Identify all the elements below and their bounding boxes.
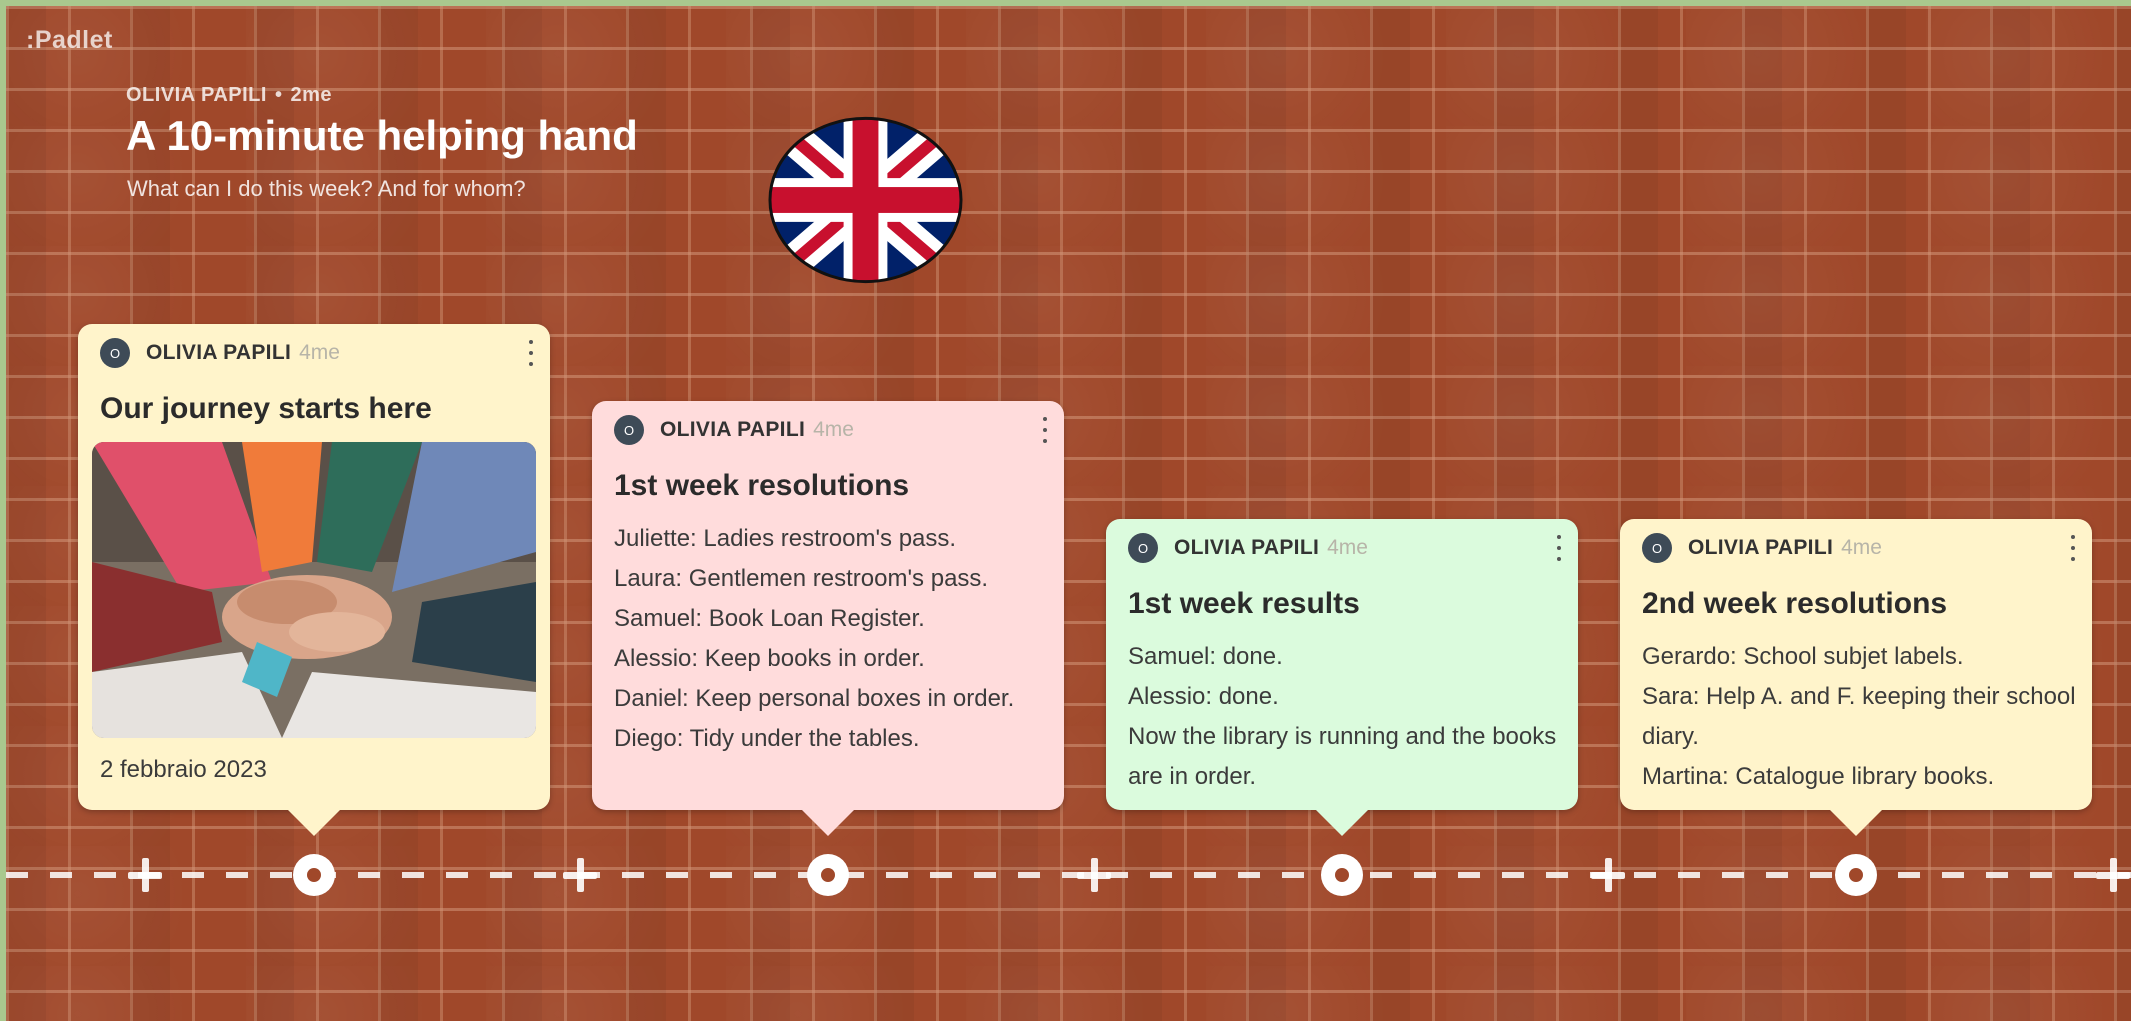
avatar[interactable]: O [100, 338, 130, 368]
card-pointer [288, 810, 340, 836]
post-card[interactable]: O OLIVIA PAPILI 4me 1st week results Sam… [1106, 519, 1578, 836]
post-header: O OLIVIA PAPILI 4me [1106, 533, 1578, 563]
post-line: Laura: Gentlemen restroom's pass. [614, 565, 989, 592]
post-line: Alessio: done. [1128, 683, 1279, 710]
avatar[interactable]: O [1128, 533, 1158, 563]
board-time: 2me [290, 84, 332, 106]
post-line: Samuel: Book Loan Register. [614, 605, 925, 632]
meta-separator: • [274, 84, 283, 106]
post-body: Samuel: done. Alessio: done. Now the lib… [1128, 637, 1562, 797]
post-line: Alessio: Keep books in order. [614, 645, 925, 672]
post-card[interactable]: O OLIVIA PAPILI 4me 2nd week resolutions… [1620, 519, 2092, 836]
timeline-node[interactable] [1321, 854, 1363, 896]
post-card[interactable]: O OLIVIA PAPILI 4me 1st week resolutions… [592, 401, 1064, 836]
post-body: Juliette: Ladies restroom's pass. Laura:… [614, 519, 1048, 759]
post-time: 4me [1327, 536, 1368, 559]
add-post-plus-icon[interactable] [1077, 858, 1111, 892]
post-header: O OLIVIA PAPILI 4me [592, 415, 1064, 445]
post-line: Diego: Tidy under the tables. [614, 725, 920, 752]
card-pointer [1316, 810, 1368, 836]
post-line: Juliette: Ladies restroom's pass. [614, 525, 957, 552]
post-time: 4me [813, 418, 854, 441]
avatar[interactable]: O [614, 415, 644, 445]
board-author: OLIVIA PAPILI [126, 84, 267, 106]
photo-illustration [92, 442, 536, 738]
card-pointer [802, 810, 854, 836]
avatar[interactable]: O [1642, 533, 1672, 563]
post-line: Daniel: Keep personal boxes in order. [614, 685, 1015, 712]
add-post-plus-icon[interactable] [563, 858, 597, 892]
more-options-icon[interactable] [526, 338, 536, 368]
post-line: Martina: Catalogue library books. [1642, 763, 1995, 790]
union-jack-flag-icon [768, 116, 963, 284]
post-card[interactable]: O OLIVIA PAPILI 4me Our journey starts h… [78, 324, 550, 836]
post-title: 1st week resolutions [614, 469, 910, 502]
more-options-icon[interactable] [1554, 533, 1564, 563]
post-line: Gerardo: School subjet labels. [1642, 643, 1964, 670]
padlet-logo[interactable]: :Padlet [26, 26, 113, 55]
timeline-node[interactable] [807, 854, 849, 896]
post-author: OLIVIA PAPILI [1174, 536, 1320, 559]
board-subtitle: What can I do this week? And for whom? [127, 176, 526, 201]
post-author: OLIVIA PAPILI [146, 341, 292, 364]
post-header: O OLIVIA PAPILI 4me [1620, 533, 2092, 563]
post-header: O OLIVIA PAPILI 4me [78, 338, 550, 368]
timeline-node[interactable] [293, 854, 335, 896]
post-body: Gerardo: School subjet labels. Sara: Hel… [1642, 637, 2076, 797]
more-options-icon[interactable] [1040, 415, 1050, 445]
board-meta: OLIVIA PAPILI • 2me [126, 84, 332, 107]
post-time: 4me [1841, 536, 1882, 559]
hands-stacked-photo[interactable] [92, 442, 536, 738]
post-title: 2nd week resolutions [1642, 587, 1948, 620]
board-title: A 10-minute helping hand [126, 112, 638, 159]
add-post-plus-icon[interactable] [2096, 858, 2130, 892]
timeline-node[interactable] [1835, 854, 1877, 896]
more-options-icon[interactable] [2068, 533, 2078, 563]
post-date: 2 febbraio 2023 [100, 756, 267, 783]
add-post-plus-icon[interactable] [1591, 858, 1625, 892]
padlet-board: :Padlet OLIVIA PAPILI • 2me A 10-minute he… [6, 6, 2131, 1021]
add-post-plus-icon[interactable] [128, 858, 162, 892]
post-author: OLIVIA PAPILI [1688, 536, 1834, 559]
post-author: OLIVIA PAPILI [660, 418, 806, 441]
post-line: Sara: Help A. and F. keeping their schoo… [1642, 683, 2076, 750]
post-title: Our journey starts here [100, 392, 432, 425]
post-line: Samuel: done. [1128, 643, 1283, 670]
post-time: 4me [299, 341, 340, 364]
post-title: 1st week results [1128, 587, 1360, 620]
post-line: Now the library is running and the books… [1128, 723, 1557, 790]
card-pointer [1830, 810, 1882, 836]
